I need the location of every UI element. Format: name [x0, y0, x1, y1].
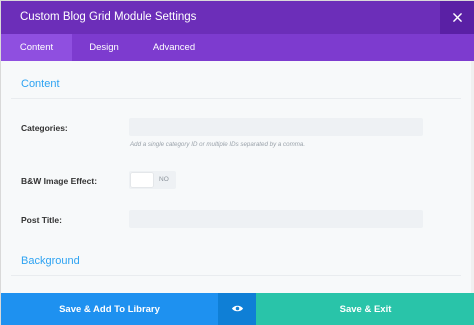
- tab-content[interactable]: Content: [1, 34, 72, 61]
- modal-footer: Save & Add To Library Save & Exit: [1, 293, 474, 325]
- post-title-input[interactable]: [129, 210, 423, 228]
- categories-label: Categories:: [21, 123, 68, 133]
- bw-effect-toggle[interactable]: NO: [129, 171, 176, 189]
- categories-hint: Add a single category ID or multiple IDs…: [130, 141, 306, 148]
- tab-bar: Content Design Advanced: [1, 34, 474, 61]
- bw-effect-label: B&W Image Effect:: [21, 176, 98, 186]
- section-title-background[interactable]: Background: [21, 255, 80, 267]
- close-icon: [453, 9, 462, 27]
- toggle-state: NO: [159, 176, 169, 183]
- save-exit-button[interactable]: Save & Exit: [256, 293, 474, 325]
- close-button[interactable]: [440, 1, 474, 34]
- section-divider: [11, 275, 461, 276]
- post-title-label: Post Title:: [21, 215, 62, 225]
- section-divider: [11, 98, 461, 99]
- categories-input[interactable]: [129, 118, 423, 136]
- settings-body: Content Categories: Add a single categor…: [1, 61, 474, 293]
- settings-modal: Custom Blog Grid Module Settings Content…: [0, 0, 474, 325]
- modal-title: Custom Blog Grid Module Settings: [20, 11, 197, 23]
- save-add-library-button[interactable]: Save & Add To Library: [1, 293, 218, 325]
- tab-design[interactable]: Design: [72, 34, 136, 61]
- tab-advanced[interactable]: Advanced: [136, 34, 212, 61]
- modal-header: Custom Blog Grid Module Settings: [1, 1, 474, 34]
- preview-button[interactable]: [218, 293, 256, 325]
- section-title-content[interactable]: Content: [21, 78, 60, 90]
- toggle-knob: [131, 173, 153, 187]
- eye-icon: [231, 304, 244, 316]
